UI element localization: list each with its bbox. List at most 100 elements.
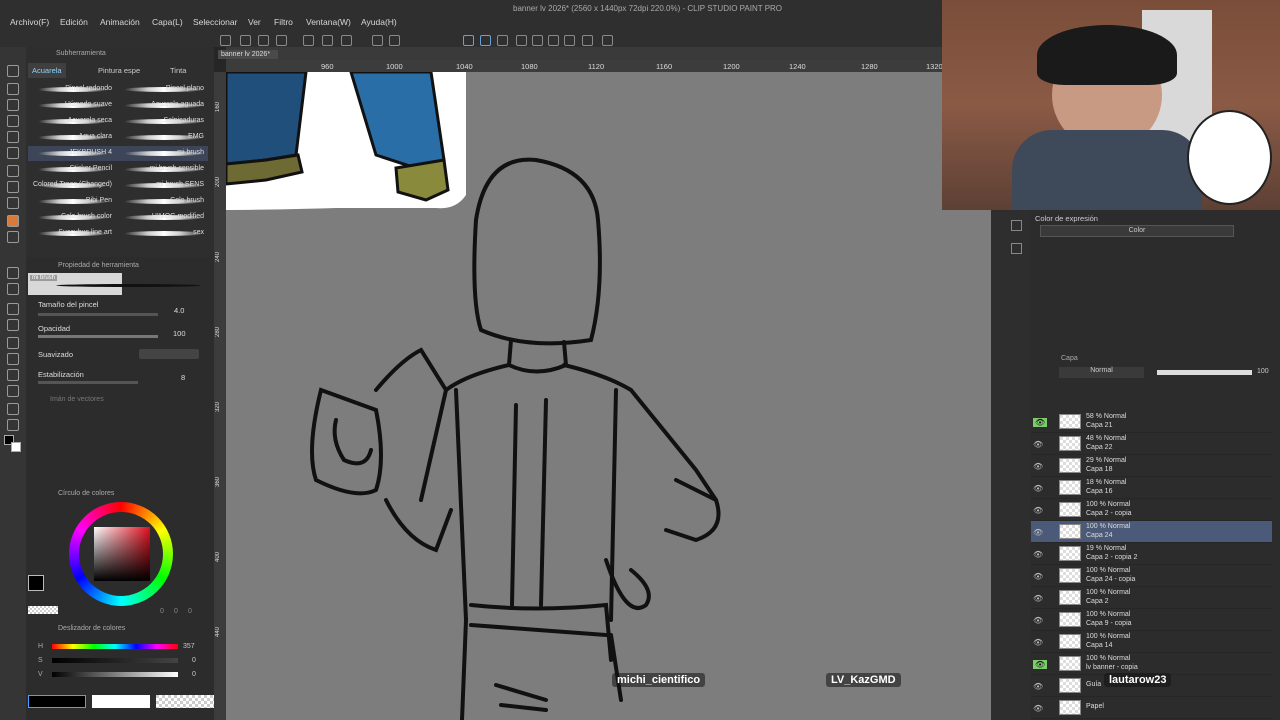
hue-value[interactable]: 357 [183, 643, 195, 650]
color-expression-select[interactable]: Color [1040, 225, 1234, 237]
layer-name[interactable]: Capa 24 - copia [1086, 576, 1135, 583]
fill-tool-icon[interactable] [7, 303, 19, 315]
brush-right-label[interactable]: HIMOG modified [152, 213, 204, 220]
layer-row[interactable]: 👁 48 % Normal Capa 22 [1031, 433, 1272, 455]
export-icon[interactable] [276, 35, 287, 46]
ruler-tool-icon[interactable] [7, 369, 19, 381]
layer-name[interactable]: Capa 2 - copia 2 [1086, 554, 1137, 561]
saturation-square[interactable] [94, 527, 150, 581]
brush-left-label[interactable]: Succubus line art [58, 229, 112, 236]
open-icon[interactable] [240, 35, 251, 46]
layer-opacity-slider[interactable] [1157, 370, 1252, 375]
new-icon[interactable] [220, 35, 231, 46]
stabilization-slider[interactable] [38, 381, 138, 384]
brush-left-label[interactable]: Bibi Pen [86, 197, 112, 204]
canvas-area[interactable] [226, 60, 991, 720]
brush-left-label[interactable]: Acuarela seca [68, 117, 112, 124]
brush-right-label[interactable]: Pincel plano [166, 85, 204, 92]
layer-name[interactable]: Capa 24 [1086, 532, 1112, 539]
brush-row[interactable]: Húmedo suave Acuarela aguada [28, 98, 208, 113]
eye-icon[interactable]: 👁 [1033, 572, 1043, 581]
brush-left-label[interactable]: Colored Trees (Changed) [33, 181, 112, 188]
navigator-icon[interactable] [1011, 220, 1022, 231]
layer-opacity-value[interactable]: 100 [1257, 368, 1269, 375]
brush-row[interactable]: JEKBRUSH 4 mi brush [28, 146, 208, 161]
menu-ver[interactable]: Ver [248, 17, 261, 27]
brush-right-label[interactable]: mi brush SENS [156, 181, 204, 188]
eye-icon[interactable]: 👁 [1033, 704, 1043, 713]
line-correction-icon[interactable] [7, 419, 19, 431]
brush-row[interactable]: Bibi Pen Colo brush [28, 194, 208, 209]
brush-row[interactable]: Pincel redondo Pincel plano [28, 82, 208, 97]
layer-row[interactable]: 👁 19 % Normal Capa 2 - copia 2 [1031, 543, 1272, 565]
layer-row[interactable]: 👁 29 % Normal Capa 18 [1031, 455, 1272, 477]
text-tool-icon[interactable] [7, 385, 19, 397]
brush-size-slider[interactable] [38, 313, 158, 316]
balloon-tool-icon[interactable] [7, 403, 19, 415]
brush-right-label[interactable]: Colo brush [170, 197, 204, 204]
grid-icon[interactable] [564, 35, 575, 46]
airbrush-tool-icon[interactable] [7, 197, 19, 209]
tab-acuarela[interactable]: Acuarela [28, 63, 66, 78]
hue-slider[interactable] [52, 644, 178, 649]
layer-name[interactable]: Capa 14 [1086, 642, 1112, 649]
layer-row[interactable]: 👁 100 % Normal Capa 14 [1031, 631, 1272, 653]
brush-row[interactable]: Acuarela seca Salpicaduras [28, 114, 208, 129]
layer-row[interactable]: 👁 18 % Normal Capa 16 [1031, 477, 1272, 499]
canvas-tab[interactable]: banner lv 2026* [218, 50, 278, 59]
decoration-tool-icon[interactable] [7, 231, 19, 243]
eraser-tool-icon[interactable] [7, 267, 19, 279]
blend-tool-icon[interactable] [7, 283, 19, 295]
tab-pintura-espesa[interactable]: Pintura espe [94, 63, 144, 78]
flip-icon[interactable] [548, 35, 559, 46]
menu-ayuda[interactable]: Ayuda(H) [361, 17, 397, 27]
brush-left-label[interactable]: JEKBRUSH 4 [69, 149, 112, 156]
eye-icon[interactable]: 👁 [1033, 682, 1043, 691]
brush-row[interactable]: Colored Trees (Changed) mi brush SENS [28, 178, 208, 193]
transparent-color-bar[interactable] [156, 695, 214, 708]
tab-tinta[interactable]: Tinta [166, 63, 190, 78]
eyedropper-icon[interactable] [7, 147, 19, 159]
layer-row[interactable]: 👁 100 % Normal Capa 24 - copia [1031, 565, 1272, 587]
brush-row[interactable]: Colo brush color HIMOG modified [28, 210, 208, 225]
gradient-tool-icon[interactable] [7, 319, 19, 331]
layer-name[interactable]: Capa 2 - copia [1086, 510, 1132, 517]
pencil-tool-icon[interactable] [7, 181, 19, 193]
layer-property-icon[interactable] [1011, 243, 1022, 254]
opacity-slider[interactable] [38, 335, 158, 338]
layer-name[interactable]: Papel [1086, 703, 1104, 710]
guide-icon[interactable] [582, 35, 593, 46]
main-color-bar[interactable] [28, 695, 86, 708]
eye-icon[interactable]: 👁 [1033, 594, 1043, 603]
eye-icon[interactable]: 👁 [1033, 506, 1043, 515]
eye-icon[interactable]: 👁 [1033, 616, 1043, 625]
saturation-value[interactable]: 0 [192, 657, 196, 664]
ruler-snap-icon[interactable] [463, 35, 474, 46]
value-value[interactable]: 0 [192, 671, 196, 678]
zoom-tool-icon[interactable] [7, 65, 19, 77]
transparent-chip[interactable] [28, 606, 58, 614]
brush-right-label[interactable]: sex [193, 229, 204, 236]
transform-icon[interactable] [389, 35, 400, 46]
brush-left-label[interactable]: Pincel redondo [65, 85, 112, 92]
lasso-tool-icon[interactable] [7, 83, 19, 95]
eye-icon[interactable]: 👁 [1033, 528, 1043, 537]
layer-row[interactable]: 👁 100 % Normal lv banner - copia [1031, 653, 1272, 675]
save-icon[interactable] [258, 35, 269, 46]
layer-name[interactable]: Capa 9 - copia [1086, 620, 1132, 627]
fill-icon[interactable] [372, 35, 383, 46]
layer-row[interactable]: 👁 58 % Normal Capa 21 [1031, 411, 1272, 433]
value-slider[interactable] [52, 672, 178, 677]
layer-name[interactable]: Capa 16 [1086, 488, 1112, 495]
sub-color-bar[interactable] [92, 695, 150, 708]
redo-icon[interactable] [322, 35, 333, 46]
layer-row[interactable]: 👁 100 % Normal Capa 9 - copia [1031, 609, 1272, 631]
menu-filtro[interactable]: Filtro [274, 17, 293, 27]
select-tool-icon[interactable] [7, 115, 19, 127]
eye-icon[interactable]: 👁 [1033, 550, 1043, 559]
eye-icon[interactable]: 👁 [1033, 660, 1048, 669]
menu-edicion[interactable]: Edición [60, 17, 88, 27]
magic-wand-icon[interactable] [7, 131, 19, 143]
layer-row[interactable]: 👁 100 % Normal Capa 24 [1031, 521, 1272, 543]
layer-name[interactable]: lv banner - copia [1086, 664, 1138, 671]
